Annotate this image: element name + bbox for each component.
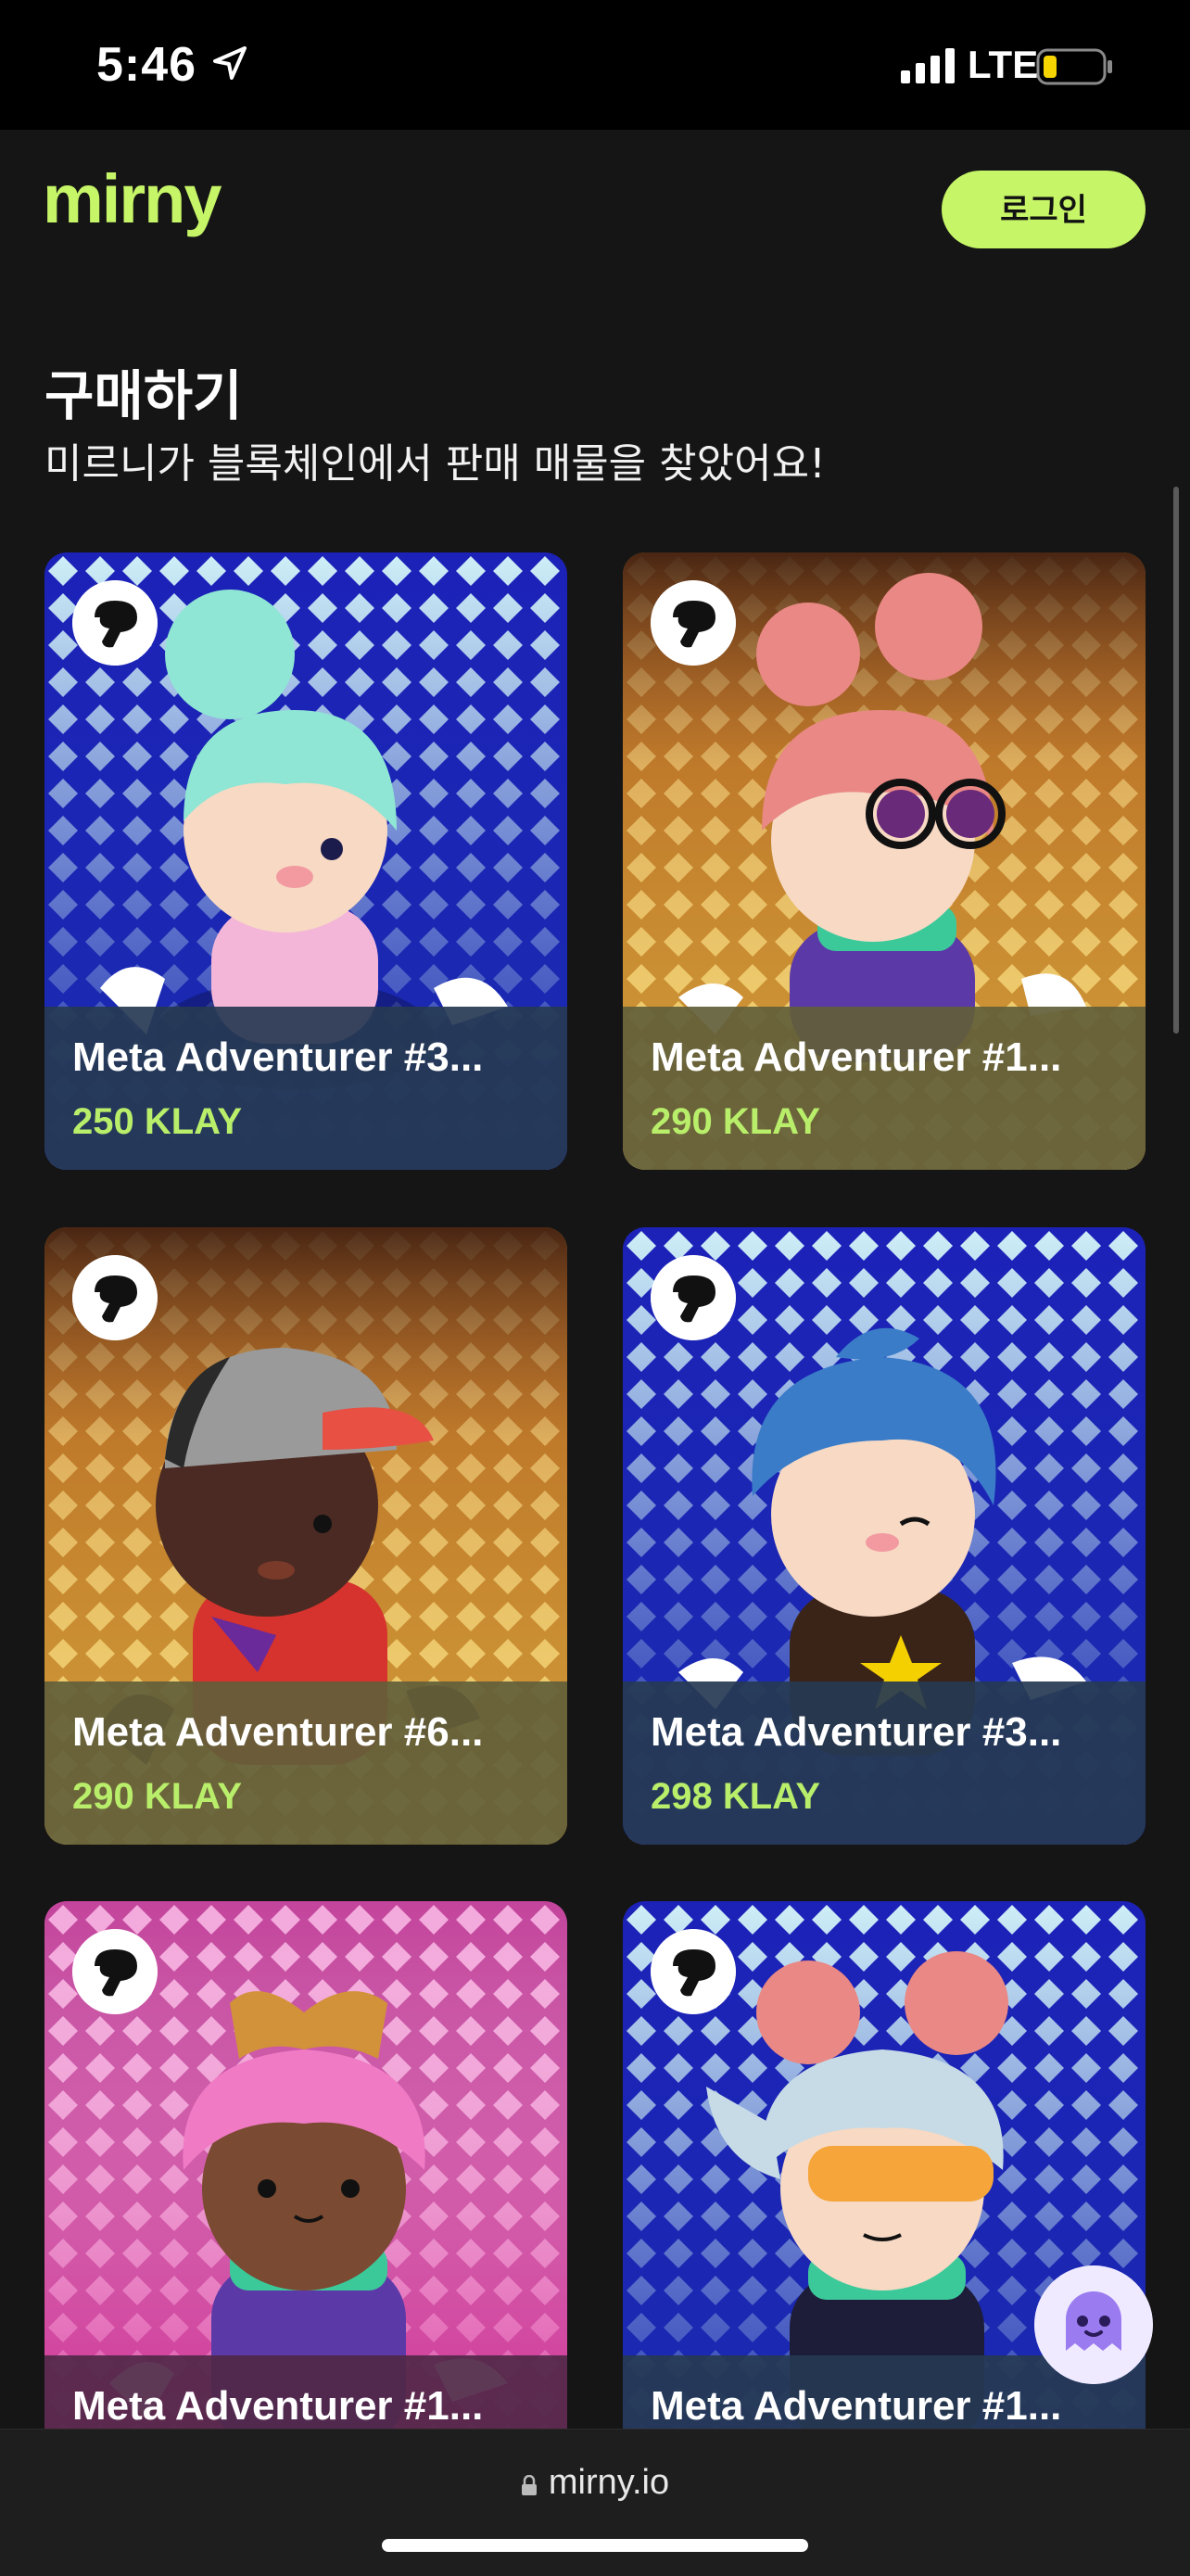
listing-name: Meta Adventurer #3... [72, 1034, 484, 1080]
marketplace-badge-icon [72, 1929, 158, 2014]
listing-info: Meta Adventurer #6... 290 KLAY [44, 1681, 567, 1845]
listing-name: Meta Adventurer #6... [72, 1709, 484, 1755]
listing-card[interactable]: Meta Adventurer #3... 298 KLAY [623, 1227, 1146, 1845]
url-text: mirny.io [548, 2463, 670, 2502]
marketplace-badge-icon [72, 1255, 158, 1340]
marketplace-badge-icon [651, 1255, 736, 1340]
listing-name: Meta Adventurer #3... [651, 1709, 1062, 1755]
listing-info: Meta Adventurer #1... 290 KLAY [623, 1007, 1146, 1170]
listing-name: Meta Adventurer #1... [651, 1034, 1062, 1080]
listing-name: Meta Adventurer #1... [72, 2383, 484, 2429]
listing-info: Meta Adventurer #3... 298 KLAY [623, 1681, 1146, 1845]
listing-price: 290 KLAY [651, 1101, 821, 1142]
listing-grid: Meta Adventurer #3... 250 KLAY Meta Adve… [0, 0, 1190, 2575]
listing-price: 250 KLAY [72, 1101, 243, 1142]
listing-card[interactable]: Meta Adventurer #3... 250 KLAY [44, 552, 567, 1170]
home-indicator[interactable] [382, 2539, 808, 2552]
listing-name: Meta Adventurer #1... [651, 2383, 1062, 2429]
listing-info: Meta Adventurer #3... 250 KLAY [44, 1007, 567, 1170]
listing-card[interactable]: Meta Adventurer #6... 290 KLAY [44, 1227, 567, 1845]
lock-icon [521, 2475, 537, 2495]
listing-price: 290 KLAY [72, 1776, 243, 1817]
marketplace-badge-icon [651, 1929, 736, 2014]
listing-price: 298 KLAY [651, 1776, 821, 1817]
address-bar[interactable]: mirny.io [0, 2463, 1190, 2503]
listing-card[interactable]: Meta Adventurer #1... 290 KLAY [623, 552, 1146, 1170]
marketplace-badge-icon [651, 580, 736, 666]
chat-ghost-icon[interactable] [1034, 2265, 1153, 2384]
marketplace-badge-icon [72, 580, 158, 666]
browser-bar: mirny.io [0, 2429, 1190, 2576]
listing-card[interactable]: Meta Adventurer #1... [623, 1901, 1146, 2519]
listing-card[interactable]: Meta Adventurer #1... [44, 1901, 567, 2519]
